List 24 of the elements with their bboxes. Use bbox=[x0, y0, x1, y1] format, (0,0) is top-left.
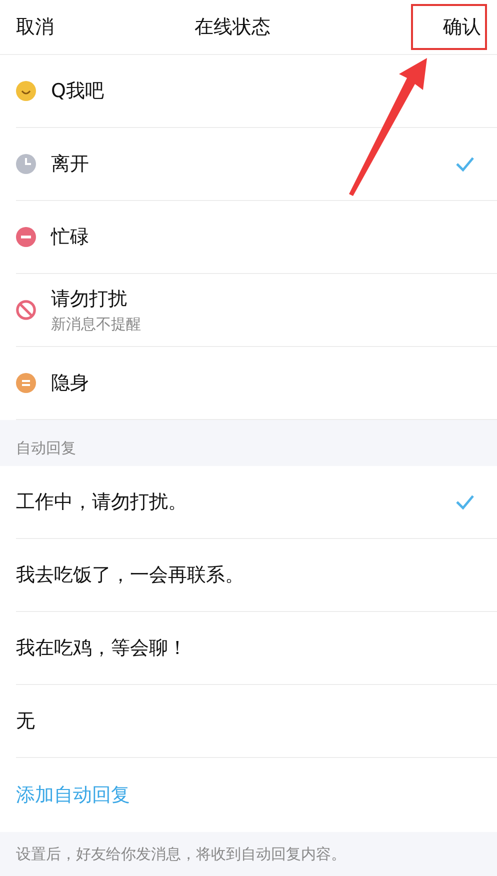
reply-label: 我在吃鸡，等会聊！ bbox=[16, 636, 188, 661]
reply-label: 无 bbox=[16, 709, 36, 734]
footer-note: 设置后，好友给你发消息，将收到自动回复内容。 bbox=[16, 845, 346, 863]
section-heading: 自动回复 bbox=[16, 439, 76, 458]
status-description: 新消息不提醒 bbox=[51, 315, 142, 334]
status-label: 离开 bbox=[51, 152, 90, 177]
status-item[interactable]: Q我吧 bbox=[16, 55, 497, 128]
status-item[interactable]: 离开 bbox=[16, 128, 497, 201]
confirm-button[interactable]: 确认 bbox=[411, 4, 487, 50]
cancel-button[interactable]: 取消 bbox=[16, 14, 54, 40]
page-title: 在线状态 bbox=[194, 15, 270, 40]
status-item[interactable]: 请勿打扰 新消息不提醒 bbox=[16, 274, 497, 347]
reply-option[interactable]: 工作中，请勿打扰。 bbox=[16, 466, 497, 539]
status-label: 请勿打扰 bbox=[51, 287, 128, 312]
status-item[interactable]: 隐身 bbox=[16, 347, 497, 420]
reply-option[interactable]: 无 bbox=[16, 685, 497, 758]
reply-label: 工作中，请勿打扰。 bbox=[16, 490, 188, 515]
status-label: Q我吧 bbox=[51, 79, 105, 104]
reply-label: 我去吃饭了，一会再联系。 bbox=[16, 563, 245, 588]
status-item[interactable]: 忙碌 bbox=[16, 201, 497, 274]
status-label: 忙碌 bbox=[51, 225, 90, 250]
reply-option[interactable]: 我在吃鸡，等会聊！ bbox=[16, 612, 497, 685]
reply-option[interactable]: 我去吃饭了，一会再联系。 bbox=[16, 539, 497, 612]
status-label: 隐身 bbox=[51, 371, 90, 396]
